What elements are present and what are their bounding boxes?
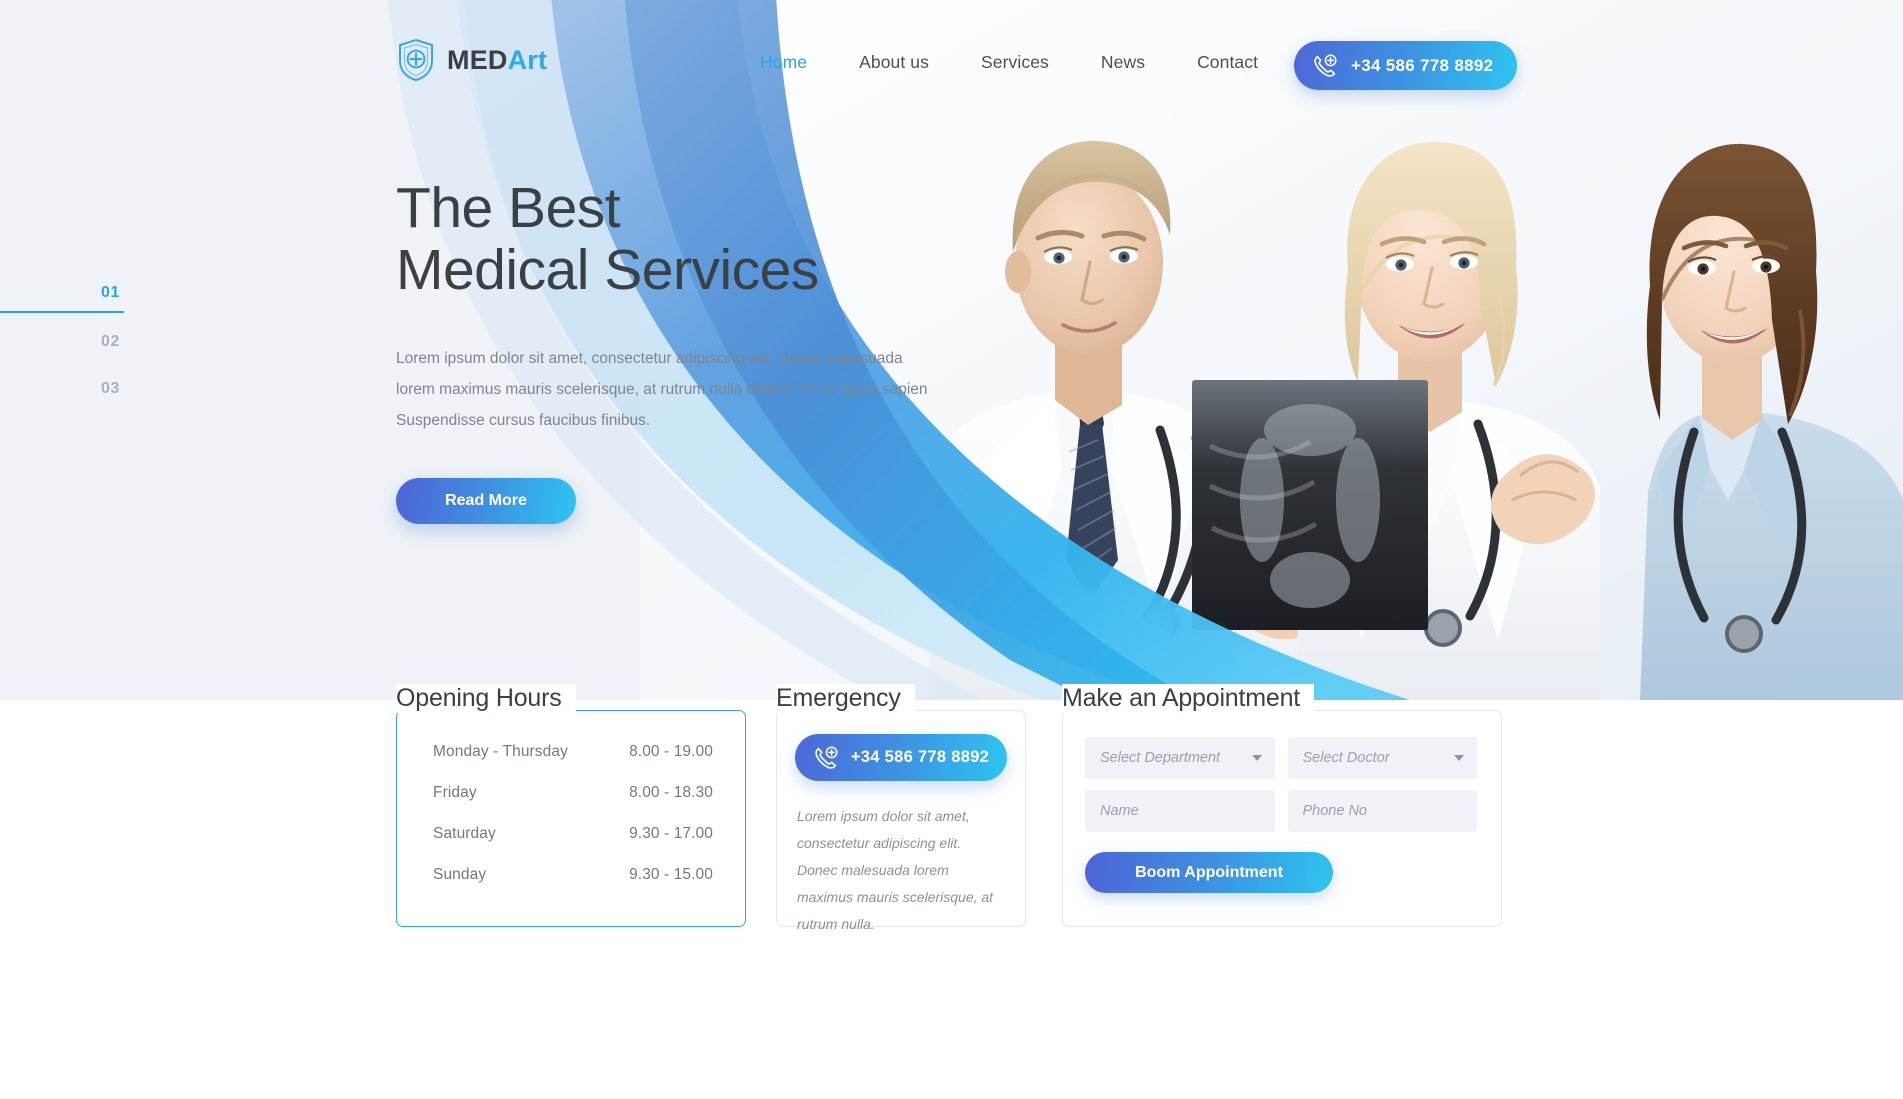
brand-logo[interactable]: MEDArt xyxy=(396,38,547,82)
emergency-title: Emergency xyxy=(776,684,915,713)
phone-input[interactable] xyxy=(1287,790,1477,832)
chevron-down-icon xyxy=(1454,755,1464,761)
top-navigation-bar: MEDArt Home About us Services News Conta… xyxy=(0,0,1903,110)
info-cards-section: Opening Hours Monday - Thursday 8.00 - 1… xyxy=(0,684,1903,1099)
opening-hours-time: 8.00 - 19.00 xyxy=(629,742,713,760)
opening-hours-row: Sunday 9.30 - 15.00 xyxy=(433,854,713,895)
chevron-down-icon xyxy=(1251,755,1262,761)
brand-name-primary: MED xyxy=(447,44,508,75)
brand-name-accent: Art xyxy=(507,44,548,75)
opening-hours-title: Opening Hours xyxy=(396,684,576,713)
phone-medical-icon xyxy=(1314,53,1337,77)
select-doctor-dropdown[interactable]: Select Doctor xyxy=(1287,737,1477,779)
emergency-box: +34 586 778 8892 Lorem ipsum dolor sit a… xyxy=(776,710,1026,932)
opening-hours-day: Friday xyxy=(433,783,477,801)
opening-hours-row: Monday - Thursday 8.00 - 19.00 xyxy=(433,731,713,772)
brand-name: MEDArt xyxy=(447,44,548,75)
emergency-phone-button[interactable]: +34 586 778 8892 xyxy=(795,734,1007,781)
opening-hours-row: Saturday 9.30 - 17.00 xyxy=(433,813,713,854)
slide-indicator-01[interactable]: 01 xyxy=(0,284,124,313)
nav-item-home[interactable]: Home xyxy=(760,52,807,73)
opening-hours-day: Monday - Thursday xyxy=(433,742,568,760)
opening-hours-day: Sunday xyxy=(433,865,487,883)
nav-item-about-us[interactable]: About us xyxy=(859,52,929,73)
hero-description: Lorem ipsum dolor sit amet, consectetur … xyxy=(396,350,928,430)
hero-title-line-2: Medical Services xyxy=(396,237,819,302)
slide-indicator-03[interactable]: 03 xyxy=(0,380,124,407)
appointment-form: Select Department Select Doctor xyxy=(1063,711,1501,832)
hero-title-line-1: The Best xyxy=(396,176,621,240)
emergency-phone-number: +34 586 778 8892 xyxy=(850,748,990,766)
main-nav: Home About us Services News Contact xyxy=(760,52,1258,73)
opening-hours-time: 9.30 - 17.00 xyxy=(629,824,713,842)
emergency-description: Lorem ipsum dolor sit amet, consectetur … xyxy=(797,808,994,932)
opening-hours-day: Saturday xyxy=(433,824,496,842)
opening-hours-list: Monday - Thursday 8.00 - 19.00 Friday 8.… xyxy=(397,711,745,895)
slide-indicator-02[interactable]: 02 xyxy=(0,333,124,360)
phone-medical-icon xyxy=(815,745,838,769)
nav-item-services[interactable]: Services xyxy=(981,52,1049,73)
appointment-box: Select Department Select Doctor Boom App… xyxy=(1062,710,1502,927)
hero-section: MEDArt Home About us Services News Conta… xyxy=(0,0,1903,700)
nav-item-contact[interactable]: Contact xyxy=(1197,52,1258,73)
appointment-title: Make an Appointment xyxy=(1062,684,1315,713)
name-input[interactable] xyxy=(1085,790,1275,832)
opening-hours-time: 8.00 - 18.30 xyxy=(629,783,713,801)
read-more-button[interactable]: Read More xyxy=(396,478,576,525)
hero-content: The Best Medical Services Lorem ipsum do… xyxy=(396,176,956,525)
select-department-label: Select Department xyxy=(1100,750,1221,766)
opening-hours-time: 9.30 - 15.00 xyxy=(629,865,713,883)
hero-slider-pagination: 01 02 03 xyxy=(0,284,124,427)
shield-plus-icon xyxy=(399,38,433,82)
select-department-dropdown[interactable]: Select Department xyxy=(1085,737,1275,779)
opening-hours-box: Monday - Thursday 8.00 - 19.00 Friday 8.… xyxy=(396,710,746,927)
header-phone-number: +34 586 778 8892 xyxy=(1351,55,1494,75)
book-appointment-button[interactable]: Boom Appointment xyxy=(1085,852,1333,893)
nav-item-news[interactable]: News xyxy=(1101,52,1145,73)
select-doctor-label: Select Doctor xyxy=(1302,750,1390,766)
hero-title: The Best Medical Services xyxy=(396,176,956,302)
header-phone-button[interactable]: +34 586 778 8892 xyxy=(1294,41,1518,90)
opening-hours-row: Friday 8.00 - 18.30 xyxy=(433,772,713,813)
